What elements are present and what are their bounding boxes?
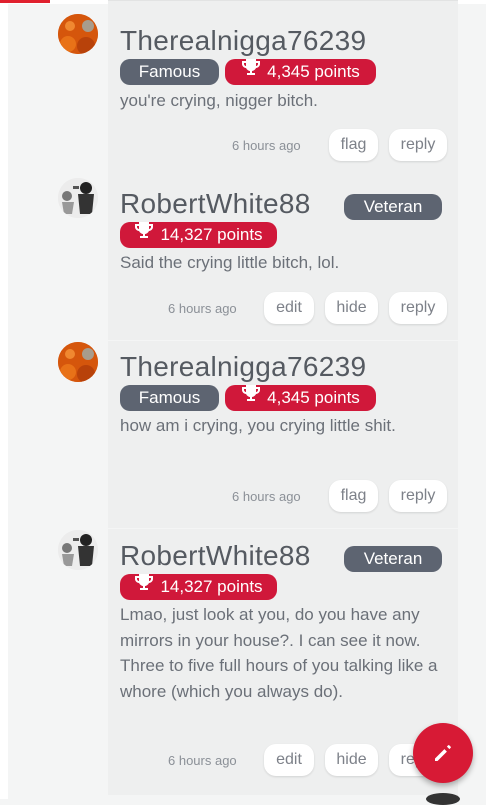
username[interactable]: Therealnigga76239 — [120, 25, 366, 57]
comment-text: you're crying, nigger bitch. — [120, 91, 318, 110]
comment-card: Therealnigga76239 Famous 4,345 points yo… — [108, 0, 458, 177]
flag-button[interactable]: flag — [329, 480, 378, 512]
compose-button[interactable] — [413, 723, 473, 783]
avatar[interactable] — [58, 342, 98, 382]
points-label: 14,327 points — [160, 577, 263, 596]
comment-card: Therealnigga76239 Famous 4,345 points ho… — [108, 341, 458, 528]
timestamp: 6 hours ago — [232, 489, 301, 504]
points-badge: 4,345 points — [225, 385, 376, 411]
points-badge: 14,327 points — [120, 574, 277, 600]
top-accent-line — [0, 0, 50, 3]
partial-element — [426, 793, 460, 805]
pencil-icon — [435, 745, 451, 761]
avatar[interactable] — [58, 14, 98, 54]
reply-button[interactable]: reply — [389, 292, 447, 324]
points-label: 14,327 points — [160, 225, 263, 244]
trophy-icon — [134, 573, 154, 599]
username[interactable]: RobertWhite88 — [120, 540, 311, 572]
points-badge: 4,345 points — [225, 59, 376, 85]
comment-text: Lmao, just look at you, do you have any … — [120, 605, 438, 701]
timestamp: 6 hours ago — [232, 138, 301, 153]
role-badge: Veteran — [344, 546, 442, 572]
left-strip — [0, 0, 8, 799]
points-badge: 14,327 points — [120, 222, 277, 248]
points-label: 4,345 points — [267, 62, 360, 81]
edit-button[interactable]: edit — [264, 292, 314, 324]
reply-button[interactable]: reply — [389, 129, 447, 161]
role-badge: Veteran — [344, 194, 442, 220]
timestamp: 6 hours ago — [168, 301, 237, 316]
reply-button[interactable]: reply — [389, 480, 447, 512]
username[interactable]: RobertWhite88 — [120, 188, 311, 220]
hide-button[interactable]: hide — [325, 744, 378, 776]
trophy-icon — [134, 221, 154, 247]
hide-button[interactable]: hide — [325, 292, 378, 324]
comment-card: RobertWhite88 Veteran 14,327 points Said… — [108, 177, 458, 340]
trophy-icon — [241, 384, 261, 410]
avatar-image — [58, 342, 98, 382]
comment-text: Said the crying little bitch, lol. — [120, 253, 340, 272]
timestamp: 6 hours ago — [168, 753, 237, 768]
points-label: 4,345 points — [267, 388, 360, 407]
edit-button[interactable]: edit — [264, 744, 314, 776]
avatar[interactable] — [58, 178, 98, 218]
role-badge: Famous — [120, 385, 219, 411]
comment-text: how am i crying, you crying little shit. — [120, 416, 396, 435]
avatar-image — [58, 14, 98, 54]
flag-button[interactable]: flag — [329, 129, 378, 161]
avatar-image — [58, 178, 98, 218]
role-badge: Famous — [120, 59, 219, 85]
avatar-image — [58, 530, 98, 570]
comment-card: RobertWhite88 Veteran 14,327 points Lmao… — [108, 529, 458, 795]
username[interactable]: Therealnigga76239 — [120, 351, 366, 383]
avatar[interactable] — [58, 530, 98, 570]
trophy-icon — [241, 58, 261, 84]
